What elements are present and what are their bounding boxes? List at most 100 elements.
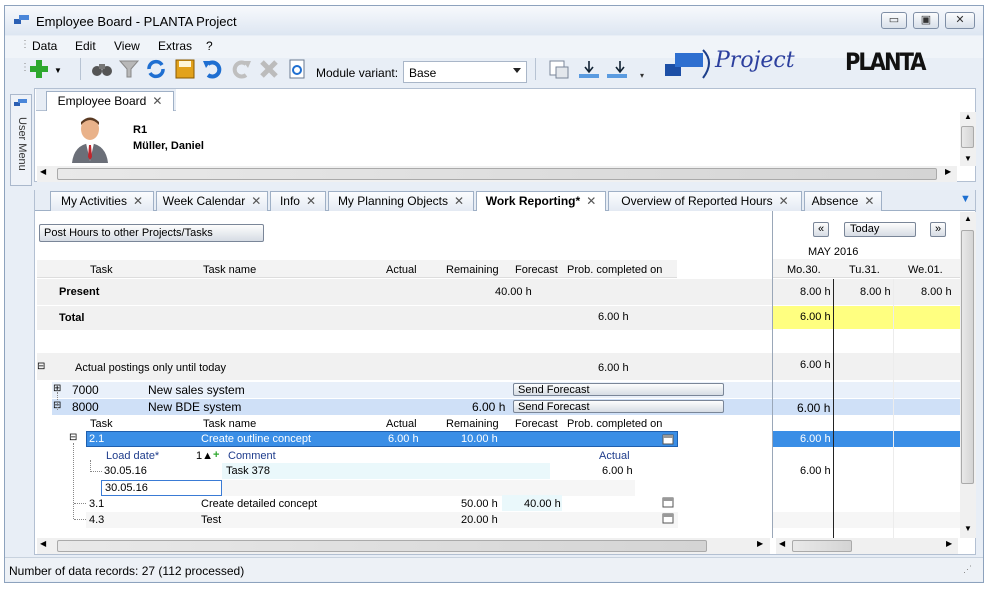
task-row-selected[interactable] <box>86 431 678 447</box>
calendar-project-row <box>773 382 960 398</box>
tab-work-reporting[interactable]: Work Reporting* ✕ <box>476 191 606 211</box>
tab-my-planning-objects[interactable]: My Planning Objects ✕ <box>328 191 474 211</box>
toolbar-overflow-icon[interactable]: ▾ <box>640 71 644 80</box>
send-forecast-button[interactable]: Send Forecast <box>513 383 724 396</box>
subcol-actual: Actual <box>386 418 417 430</box>
scroll-left-icon[interactable]: ◀ <box>779 539 785 548</box>
employee-id: R1 <box>133 124 148 136</box>
close-button[interactable]: ✕ <box>945 12 975 29</box>
calendar-next-button[interactable]: » <box>930 222 946 237</box>
print-preview-icon[interactable] <box>286 58 308 80</box>
delete-icon[interactable] <box>258 58 280 80</box>
scroll-thumb[interactable] <box>57 168 937 180</box>
subcol-prob-completed: Prob. completed on <box>567 418 663 430</box>
collapse-icon[interactable]: ⊟ <box>69 432 77 443</box>
scroll-thumb[interactable] <box>792 540 852 552</box>
scroll-right-icon[interactable]: ▶ <box>757 539 763 548</box>
scroll-down-icon[interactable]: ▼ <box>964 154 972 163</box>
scroll-thumb[interactable] <box>961 230 974 484</box>
task-row[interactable] <box>86 512 678 528</box>
tab-label: Absence <box>811 194 859 208</box>
add-dropdown-icon[interactable]: ▼ <box>54 66 62 75</box>
close-icon[interactable]: ✕ <box>306 194 316 208</box>
header-horizontal-scrollbar[interactable]: ◀ ▶ <box>37 166 957 182</box>
collapse-icon[interactable]: ⊟ <box>37 361 45 372</box>
send-forecast-button[interactable]: Send Forecast <box>513 400 724 413</box>
posting-actual: 6.00 h <box>602 465 633 477</box>
menu-extras[interactable]: Extras <box>158 39 192 53</box>
maximize-button[interactable]: ▣ <box>913 12 939 29</box>
grid-horizontal-scrollbar[interactable]: ◀ ▶ <box>37 538 770 554</box>
total-label: Total <box>59 312 85 324</box>
scroll-up-icon[interactable]: ▲ <box>964 112 972 121</box>
close-icon[interactable]: ✕ <box>864 194 874 208</box>
calendar-prev-button[interactable]: « <box>813 222 829 237</box>
save-icon[interactable] <box>174 58 196 80</box>
calendar-picker-icon[interactable] <box>662 512 674 524</box>
tab-label: Overview of Reported Hours <box>621 194 773 208</box>
project-name: New BDE system <box>148 400 242 414</box>
refresh-icon[interactable] <box>145 58 167 80</box>
calendar-day-tu: Tu.31. <box>849 264 880 276</box>
move-down-icon[interactable] <box>578 58 600 80</box>
resize-grip-icon[interactable]: ⋰ <box>963 564 972 575</box>
close-icon[interactable]: ✕ <box>586 194 596 208</box>
close-icon[interactable]: ✕ <box>779 194 789 208</box>
binoculars-icon[interactable] <box>91 58 113 80</box>
minimize-button[interactable]: ▭ <box>881 12 907 29</box>
calendar-today-button[interactable]: Today <box>844 222 916 237</box>
scroll-left-icon[interactable]: ◀ <box>40 539 46 548</box>
scroll-up-icon[interactable]: ▲ <box>964 214 972 223</box>
module-variant-select[interactable]: Base <box>403 61 527 83</box>
undo-icon[interactable] <box>202 58 224 80</box>
calendar-picker-icon[interactable] <box>662 433 674 445</box>
user-menu-strip[interactable]: User Menu <box>10 94 32 186</box>
sort-indicator-icon[interactable]: 1▲ <box>196 450 213 462</box>
tab-overview-reported-hours[interactable]: Overview of Reported Hours ✕ <box>608 191 802 211</box>
calendar-month: MAY 2016 <box>808 246 859 258</box>
present-label: Present <box>59 286 100 298</box>
add-icon[interactable] <box>28 58 50 80</box>
tab-my-activities[interactable]: My Activities ✕ <box>50 191 154 211</box>
filter-icon[interactable] <box>118 58 140 80</box>
redo-icon[interactable] <box>230 58 252 80</box>
task-forecast[interactable]: 40.00 h <box>524 498 561 510</box>
window-layout-icon[interactable] <box>548 58 570 80</box>
calendar-present-we: 8.00 h <box>921 286 952 298</box>
grid-vertical-scrollbar[interactable]: ▲ ▼ <box>960 212 976 538</box>
scroll-thumb[interactable] <box>961 126 974 148</box>
tab-label: My Planning Objects <box>337 194 448 208</box>
close-icon[interactable]: ✕ <box>133 194 143 208</box>
tab-list-dropdown-icon[interactable]: ▼ <box>960 193 971 205</box>
close-icon[interactable]: ✕ <box>454 194 464 208</box>
scroll-down-icon[interactable]: ▼ <box>964 524 972 533</box>
tab-week-calendar[interactable]: Week Calendar ✕ <box>156 191 268 211</box>
scroll-right-icon[interactable]: ▶ <box>946 539 952 548</box>
doc-tab-label: Employee Board <box>57 94 147 108</box>
scroll-thumb[interactable] <box>57 540 707 552</box>
module-variant-label: Module variant: <box>316 66 399 80</box>
doc-tab-employee-board[interactable]: Employee Board ✕ <box>46 91 174 111</box>
tree-line <box>74 503 86 504</box>
close-icon[interactable]: ✕ <box>251 194 261 208</box>
scroll-left-icon[interactable]: ◀ <box>40 167 46 176</box>
menu-data[interactable]: Data <box>32 39 57 53</box>
menu-view[interactable]: View <box>114 39 140 53</box>
new-posting-date-input[interactable]: 30.05.16 <box>101 480 222 496</box>
posting-date: 30.05.16 <box>104 465 147 477</box>
menu-help[interactable]: ? <box>206 39 213 53</box>
close-icon[interactable]: ✕ <box>152 94 162 108</box>
tab-info[interactable]: Info ✕ <box>270 191 326 211</box>
calendar-picker-icon[interactable] <box>662 496 674 508</box>
calendar-present-mo: 8.00 h <box>800 286 831 298</box>
tab-absence[interactable]: Absence ✕ <box>804 191 882 211</box>
post-hours-button[interactable]: Post Hours to other Projects/Tasks <box>39 224 264 242</box>
menu-edit[interactable]: Edit <box>75 39 96 53</box>
add-posting-icon[interactable]: + <box>213 449 219 461</box>
header-vertical-scrollbar[interactable]: ▲ ▼ <box>960 112 976 166</box>
move-bottom-icon[interactable] <box>606 58 628 80</box>
posting-comment-bg <box>222 463 550 479</box>
scroll-right-icon[interactable]: ▶ <box>945 167 951 176</box>
col-actual: Actual <box>386 264 417 276</box>
calendar-horizontal-scrollbar[interactable]: ◀ ▶ <box>776 538 958 554</box>
